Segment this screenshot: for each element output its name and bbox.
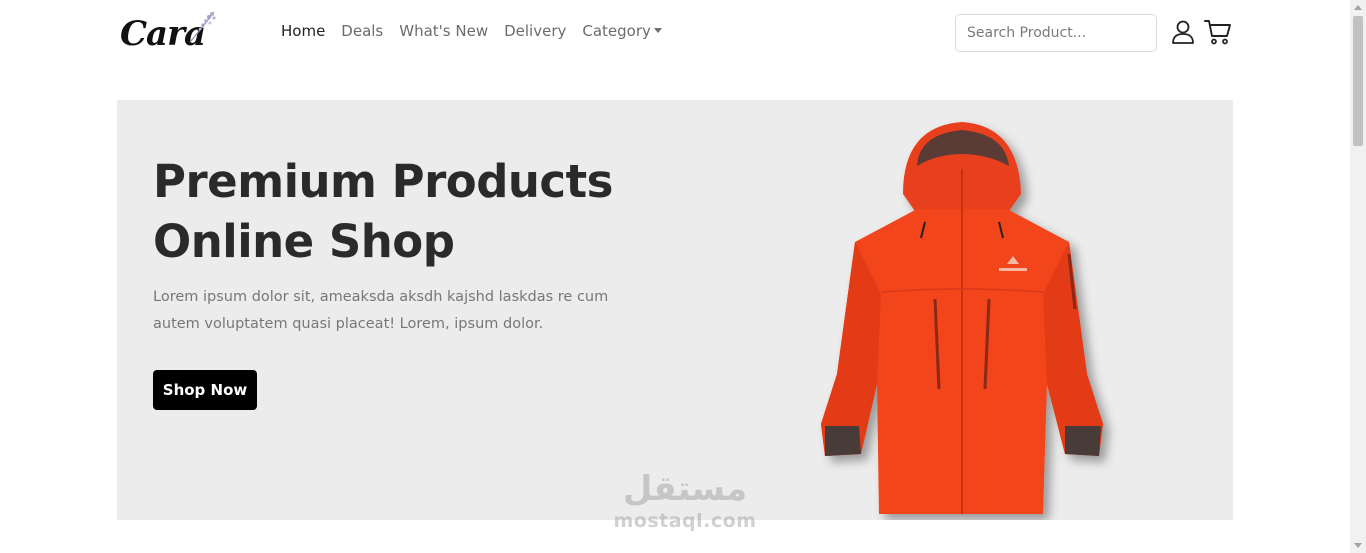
nav-category[interactable]: Category <box>582 22 662 40</box>
nav-delivery[interactable]: Delivery <box>504 22 566 40</box>
nav-home[interactable]: Home <box>281 22 325 40</box>
hero-title-line-2: Online Shop <box>153 215 455 268</box>
hero-title: Premium Products Online Shop <box>153 152 673 272</box>
watermark: مستقل mostaql.com <box>600 468 770 548</box>
watermark-url-text: mostaql.com <box>613 510 757 532</box>
lavender-sprig-icon <box>189 11 216 43</box>
navbar: Cara Home Deals What's New Delivery Cate… <box>0 0 1350 68</box>
brand-logo[interactable]: Cara <box>118 8 218 56</box>
main-nav: Home Deals What's New Delivery Category <box>281 22 678 40</box>
jacket-product-image <box>821 122 1103 514</box>
scroll-thumb[interactable] <box>1353 16 1363 146</box>
watermark-arabic-text: مستقل <box>622 469 748 509</box>
user-icon[interactable] <box>1169 18 1197 46</box>
nav-category-label: Category <box>582 22 651 40</box>
scroll-down-arrow-icon[interactable] <box>1354 543 1362 548</box>
nav-deals[interactable]: Deals <box>341 22 383 40</box>
scroll-up-arrow-icon[interactable] <box>1354 5 1362 10</box>
hero-banner: Premium Products Online Shop Lorem ipsum… <box>117 100 1233 520</box>
search-input[interactable] <box>955 14 1157 52</box>
cart-icon[interactable] <box>1204 18 1232 46</box>
page-scrollbar[interactable] <box>1350 0 1366 553</box>
caret-down-icon <box>653 28 662 33</box>
nav-whats-new[interactable]: What's New <box>399 22 488 40</box>
hero-description: Lorem ipsum dolor sit, ameaksda aksdh ka… <box>153 289 609 332</box>
shop-now-button[interactable]: Shop Now <box>153 370 257 410</box>
hero-title-line-1: Premium Products <box>153 155 613 208</box>
